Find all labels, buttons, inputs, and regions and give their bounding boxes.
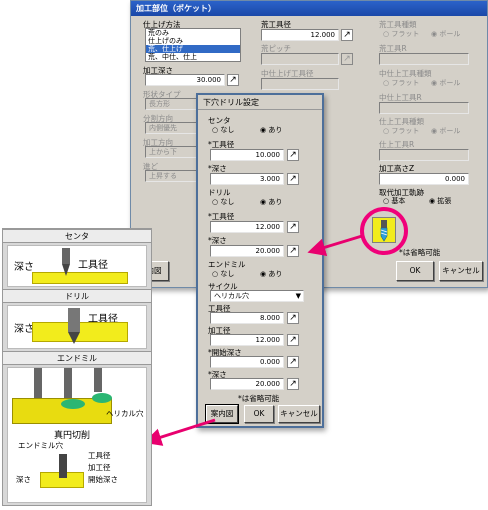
center-diagram: 深さ 工具径: [7, 245, 147, 287]
drill-diagram: 深さ 工具径: [7, 305, 147, 349]
guide-endmill-title: エンドミル: [3, 351, 151, 365]
endmill-machining-diameter-text: 加工径: [88, 463, 111, 472]
drill-depth-text: 深さ: [14, 324, 34, 335]
center-workpiece: [32, 272, 128, 284]
guide-center-title: センタ: [3, 229, 151, 243]
endmill-depth-text: 深さ: [16, 475, 31, 484]
arrow-to-drill-dialog: [307, 234, 363, 256]
endmill-start-depth-text: 開始深さ: [88, 475, 118, 484]
guide-panel: センタ 深さ 工具径 ドリル 深さ 工具径 エンドミル ヘリカル穴 真円切削 エ…: [2, 228, 152, 506]
center-diameter-text: 工具径: [78, 260, 108, 271]
drill-tool-icon: [68, 308, 80, 344]
endmill-diameter-text: 工具径: [88, 451, 111, 460]
guide-drill-title: ドリル: [3, 289, 151, 303]
center-drill-icon: [62, 248, 70, 276]
endmill-tools-icon: [34, 368, 112, 409]
center-depth-text: 深さ: [14, 262, 34, 273]
endmill-small-tool-icon: [59, 454, 67, 478]
endmill-hole-text: エンドミル穴: [18, 441, 63, 450]
helical-text: ヘリカル穴: [106, 409, 144, 418]
arrow-to-guide-panel: [143, 418, 216, 446]
endmill-diagram: ヘリカル穴 真円切削 エンドミル穴 工具径 加工径 開始深さ 深さ: [7, 367, 147, 503]
